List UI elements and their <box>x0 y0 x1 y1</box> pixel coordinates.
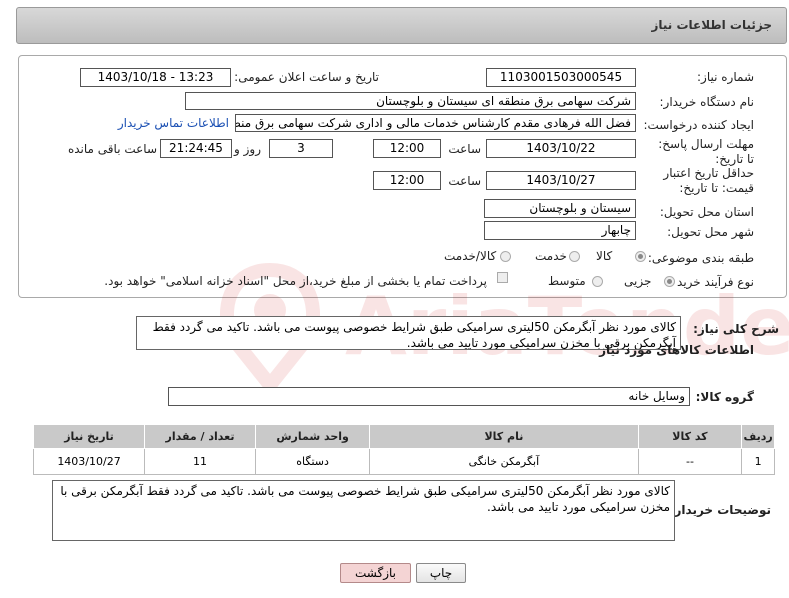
price-validity-time: 12:00 <box>373 171 441 190</box>
announce-datetime-label: تاریخ و ساعت اعلان عمومی: <box>234 70 379 84</box>
back-button[interactable]: بازگشت <box>340 563 411 583</box>
deadline-time: 12:00 <box>373 139 441 158</box>
purchase-type-label: نوع فرآیند خرید : <box>669 275 754 289</box>
col-row: ردیف <box>741 424 775 449</box>
deadline-days: 3 <box>269 139 333 158</box>
deadline-time-label: ساعت <box>448 142 481 156</box>
page-title: جزئیات اطلاعات نیاز <box>651 18 772 32</box>
deadline-remaining: 21:24:45 <box>160 139 232 158</box>
province-value: سیستان و بلوچستان <box>484 199 636 218</box>
purchase-type-radio-minor[interactable] <box>664 276 675 287</box>
deadline-label: مهلت ارسال پاسخ: تا تاریخ: <box>658 137 754 166</box>
cell-code: -- <box>637 448 743 475</box>
purchase-type-option-minor: جزیی <box>624 274 652 288</box>
col-code: کد کالا <box>637 424 743 449</box>
cell-qty: 11 <box>144 448 257 475</box>
col-date: تاریخ نیاز <box>32 424 146 449</box>
cell-date: 1403/10/27 <box>32 448 146 475</box>
col-qty: تعداد / مقدار <box>144 424 257 449</box>
category-option-goods-service: کالا/خدمت <box>444 249 497 263</box>
goods-table: ردیف کد کالا نام کالا واحد شمارش تعداد /… <box>32 424 775 475</box>
buyer-notes-label: توضیحات خریدار: <box>669 503 771 517</box>
treasury-checkbox[interactable] <box>497 272 508 283</box>
category-option-goods: کالا <box>596 249 613 263</box>
buyer-contact-link[interactable]: اطلاعات تماس خریدار <box>118 116 229 130</box>
category-radio-goods[interactable] <box>635 251 646 262</box>
creator-value: فضل الله فرهادی مقدم کارشناس خدمات مالی … <box>235 114 636 132</box>
deadline-days-label: روز و <box>234 142 261 156</box>
purchase-type-radio-medium[interactable] <box>592 276 603 287</box>
city-value: چابهار <box>484 221 636 240</box>
announce-datetime-value: 1403/10/18 - 13:23 <box>80 68 231 87</box>
general-desc-label: شرح کلی نیاز: <box>693 322 779 336</box>
goods-group-label: گروه کالا: <box>695 390 754 404</box>
cell-unit: دستگاه <box>255 448 371 475</box>
table-row: 1 -- آبگرمکن خانگی دستگاه 11 1403/10/27 <box>32 448 775 475</box>
creator-label: ایجاد کننده درخواست: <box>643 118 754 132</box>
price-validity-date: 1403/10/27 <box>486 171 636 190</box>
buyer-notes-text: کالای مورد نظر آبگرمکن 50لیتری سرامیکی ط… <box>52 480 675 541</box>
category-option-service: خدمت <box>535 249 567 263</box>
goods-group-value: وسایل خانه <box>168 387 690 406</box>
buyer-org-label: نام دستگاه خریدار: <box>659 95 755 109</box>
city-label: شهر محل تحویل: <box>667 225 754 239</box>
need-number-value: 1103001503000545 <box>486 68 636 87</box>
category-radio-goods-service[interactable] <box>500 251 511 262</box>
category-label: طبقه بندی موضوعی: <box>647 251 754 265</box>
col-unit: واحد شمارش <box>255 424 371 449</box>
deadline-remaining-label: ساعت باقی مانده <box>67 142 157 156</box>
page-header: جزئیات اطلاعات نیاز <box>16 7 787 44</box>
price-validity-time-label: ساعت <box>448 174 481 188</box>
cell-row: 1 <box>741 448 775 475</box>
treasury-note: پرداخت تمام یا بخشی از مبلغ خرید،از محل … <box>104 274 487 288</box>
cell-name: آبگرمکن خانگی <box>369 448 639 475</box>
category-radio-service[interactable] <box>569 251 580 262</box>
deadline-date: 1403/10/22 <box>486 139 636 158</box>
goods-section-title: اطلاعات کالاهای مورد نیاز <box>599 343 754 357</box>
purchase-type-option-medium: متوسط <box>548 274 586 288</box>
col-name: نام کالا <box>369 424 639 449</box>
price-validity-label: حداقل تاریخ اعتبار قیمت: تا تاریخ: <box>663 166 754 195</box>
need-number-label: شماره نیاز: <box>697 70 754 84</box>
print-button[interactable]: چاپ <box>416 563 466 583</box>
province-label: استان محل تحویل: <box>659 205 754 219</box>
buyer-org-value: شرکت سهامی برق منطقه ای سیستان و بلوچستا… <box>185 92 636 110</box>
table-header-row: ردیف کد کالا نام کالا واحد شمارش تعداد /… <box>32 424 775 449</box>
